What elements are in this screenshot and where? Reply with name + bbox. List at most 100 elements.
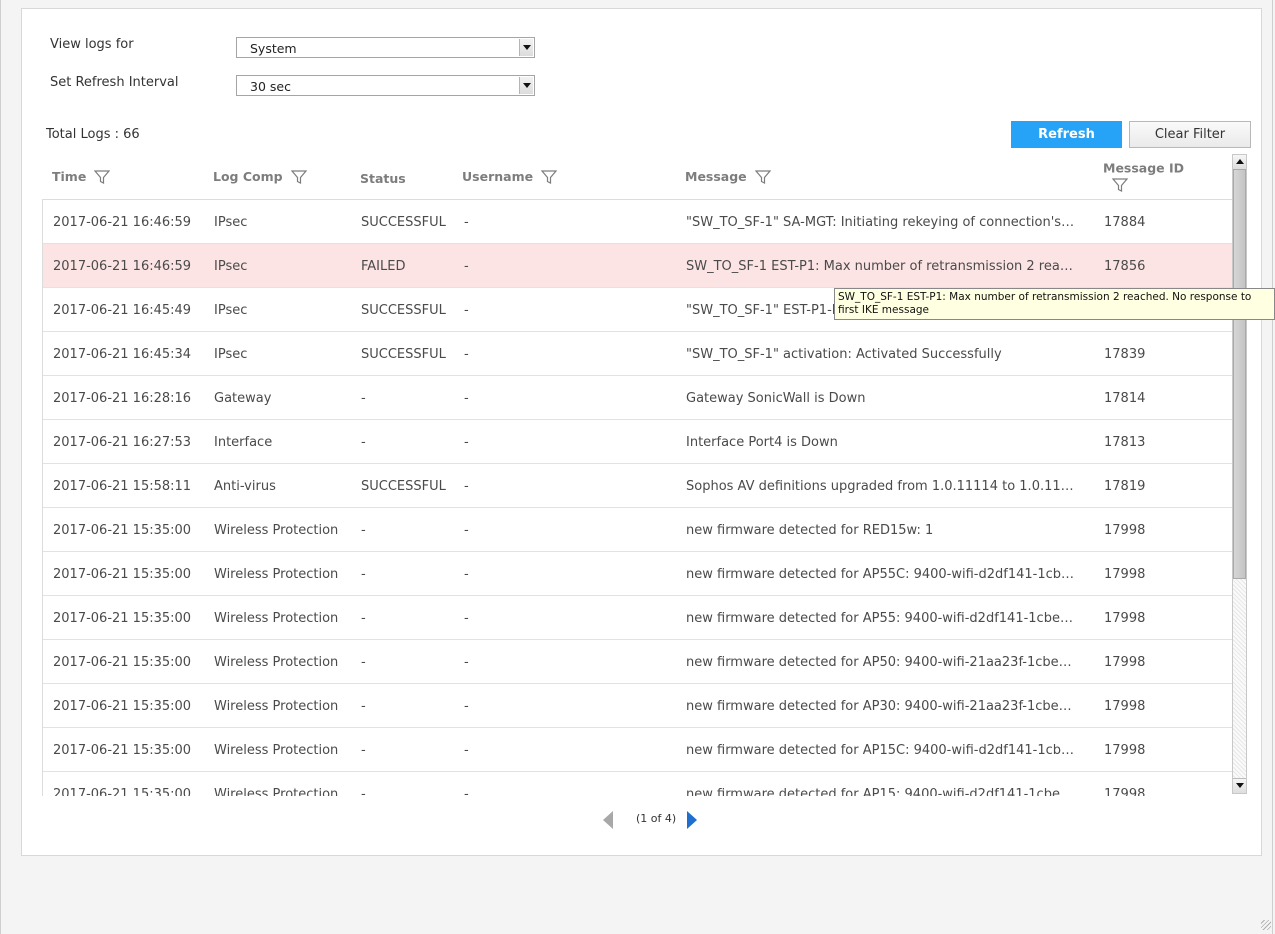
cell-message: new firmware detected for AP50: 9400-wif…: [686, 655, 1076, 670]
cell-username: -: [464, 479, 469, 494]
column-header-message[interactable]: Message: [685, 168, 771, 185]
cell-message-id: 17998: [1104, 743, 1146, 758]
view-logs-select[interactable]: System: [236, 37, 535, 58]
column-header-label: Status: [360, 171, 406, 186]
cell-message: Gateway SonicWall is Down: [686, 391, 866, 406]
table-row[interactable]: 2017-06-21 15:35:00 Wireless Protection - -…: [43, 508, 1232, 552]
chevron-down-icon[interactable]: [519, 39, 533, 56]
chevron-down-icon[interactable]: [519, 77, 533, 94]
refresh-interval-label: Set Refresh Interval: [50, 75, 179, 90]
view-logs-value: System: [250, 41, 297, 56]
table-row[interactable]: 2017-06-21 15:35:00 Wireless Protection - -…: [43, 640, 1232, 684]
refresh-interval-value: 30 sec: [250, 79, 291, 94]
cell-time: 2017-06-21 15:35:00: [53, 699, 192, 714]
cell-log-comp: IPsec: [214, 259, 248, 274]
scroll-up-arrow-icon[interactable]: [1233, 155, 1246, 170]
cell-time: 2017-06-21 16:45:49: [53, 303, 192, 318]
funnel-filter-icon[interactable]: [94, 169, 111, 185]
cell-message: new firmware detected for AP30: 9400-wif…: [686, 699, 1076, 714]
table-row[interactable]: 2017-06-21 16:28:16 Gateway - - Gateway Soni…: [43, 376, 1232, 420]
window-right-border: [1272, 0, 1273, 934]
cell-message: new firmware detected for AP15: 9400-wif…: [686, 787, 1076, 796]
cell-message: "SW_TO_SF-1" activation: Activated Succe…: [686, 347, 1002, 362]
column-header-label: Message: [685, 169, 747, 184]
cell-username: -: [464, 347, 469, 362]
column-header-log-comp[interactable]: Log Comp: [213, 168, 307, 185]
cell-message-id: 17998: [1104, 655, 1146, 670]
cell-log-comp: Wireless Protection: [214, 699, 339, 714]
column-header-time[interactable]: Time: [52, 168, 111, 185]
triangle-left-icon[interactable]: [603, 811, 613, 829]
column-header-message-id[interactable]: Message ID: [1103, 160, 1184, 193]
cell-username: -: [464, 567, 469, 582]
triangle-right-icon[interactable]: [687, 811, 697, 829]
cell-username: -: [464, 787, 469, 796]
window-left-border: [0, 0, 1, 934]
cell-message: Sophos AV definitions upgraded from 1.0.…: [686, 479, 1076, 494]
cell-status: -: [361, 391, 366, 406]
cell-status: SUCCESSFUL: [361, 303, 446, 318]
funnel-filter-icon[interactable]: [1112, 177, 1128, 193]
cell-username: -: [464, 303, 469, 318]
cell-message-id: 17998: [1104, 523, 1146, 538]
table-row[interactable]: 2017-06-21 16:27:53 Interface - - Interface …: [43, 420, 1232, 464]
cell-username: -: [464, 655, 469, 670]
table-row[interactable]: 2017-06-21 16:46:59 IPsec SUCCESSFUL - "SW_T…: [43, 200, 1232, 244]
cell-time: 2017-06-21 16:27:53: [53, 435, 192, 450]
cell-log-comp: Wireless Protection: [214, 523, 339, 538]
cell-username: -: [464, 523, 469, 538]
cell-username: -: [464, 215, 469, 230]
cell-message-id: 17998: [1104, 611, 1146, 626]
cell-message-id: 17814: [1104, 391, 1146, 406]
cell-time: 2017-06-21 16:46:59: [53, 259, 192, 274]
table-row[interactable]: 2017-06-21 16:45:34 IPsec SUCCESSFUL - "SW_T…: [43, 332, 1232, 376]
table-row[interactable]: 2017-06-21 15:35:00 Wireless Protection - -…: [43, 684, 1232, 728]
page-indicator: (1 of 4): [636, 812, 677, 825]
table-row[interactable]: 2017-06-21 15:58:11 Anti-virus SUCCESSFUL -…: [43, 464, 1232, 508]
cell-username: -: [464, 435, 469, 450]
cell-username: -: [464, 259, 469, 274]
table-row[interactable]: 2017-06-21 15:35:00 Wireless Protection - -…: [43, 596, 1232, 640]
refresh-button[interactable]: Refresh: [1011, 121, 1122, 148]
refresh-interval-select[interactable]: 30 sec: [236, 75, 535, 96]
cell-time: 2017-06-21 16:28:16: [53, 391, 192, 406]
cell-message-id: 17819: [1104, 479, 1146, 494]
funnel-filter-icon[interactable]: [290, 169, 307, 185]
cell-time: 2017-06-21 16:46:59: [53, 215, 192, 230]
cell-message-id: 17998: [1104, 699, 1146, 714]
total-logs-count: Total Logs : 66: [46, 127, 140, 142]
table-row[interactable]: 2017-06-21 15:35:00 Wireless Protection - -…: [43, 728, 1232, 772]
funnel-filter-icon[interactable]: [754, 169, 771, 185]
cell-time: 2017-06-21 15:35:00: [53, 523, 192, 538]
cell-username: -: [464, 391, 469, 406]
column-header-label: Log Comp: [213, 169, 283, 184]
cell-status: SUCCESSFUL: [361, 215, 446, 230]
column-header-label: Username: [462, 169, 534, 184]
table-row[interactable]: 2017-06-21 15:35:00 Wireless Protection - -…: [43, 552, 1232, 596]
cell-message: new firmware detected for AP15C: 9400-wi…: [686, 743, 1076, 758]
resize-grip-icon[interactable]: [1261, 920, 1271, 930]
table-row[interactable]: 2017-06-21 16:46:59 IPsec FAILED - SW_TO_SF-…: [43, 244, 1232, 288]
table-scrollbar[interactable]: [1232, 154, 1247, 794]
cell-status: -: [361, 699, 366, 714]
cell-message-id: 17998: [1104, 567, 1146, 582]
cell-message-id: 17856: [1104, 259, 1146, 274]
log-viewer-panel: View logs for System Set Refresh Interva…: [21, 8, 1262, 856]
cell-log-comp: Gateway: [214, 391, 272, 406]
cell-log-comp: IPsec: [214, 347, 248, 362]
funnel-filter-icon[interactable]: [541, 169, 558, 185]
cell-time: 2017-06-21 16:45:34: [53, 347, 192, 362]
cell-status: -: [361, 611, 366, 626]
cell-message-id: 17813: [1104, 435, 1146, 450]
table-row[interactable]: 2017-06-21 15:35:00 Wireless Protection - -…: [43, 772, 1232, 796]
cell-log-comp: Anti-virus: [214, 479, 276, 494]
cell-status: -: [361, 567, 366, 582]
column-header-username[interactable]: Username: [462, 168, 558, 185]
scrollbar-thumb[interactable]: [1233, 169, 1246, 579]
clear-filter-button[interactable]: Clear Filter: [1129, 121, 1251, 148]
cell-status: FAILED: [361, 259, 406, 274]
cell-message: Interface Port4 is Down: [686, 435, 838, 450]
cell-status: SUCCESSFUL: [361, 479, 446, 494]
scroll-down-arrow-icon[interactable]: [1233, 778, 1246, 793]
cell-time: 2017-06-21 15:35:00: [53, 743, 192, 758]
